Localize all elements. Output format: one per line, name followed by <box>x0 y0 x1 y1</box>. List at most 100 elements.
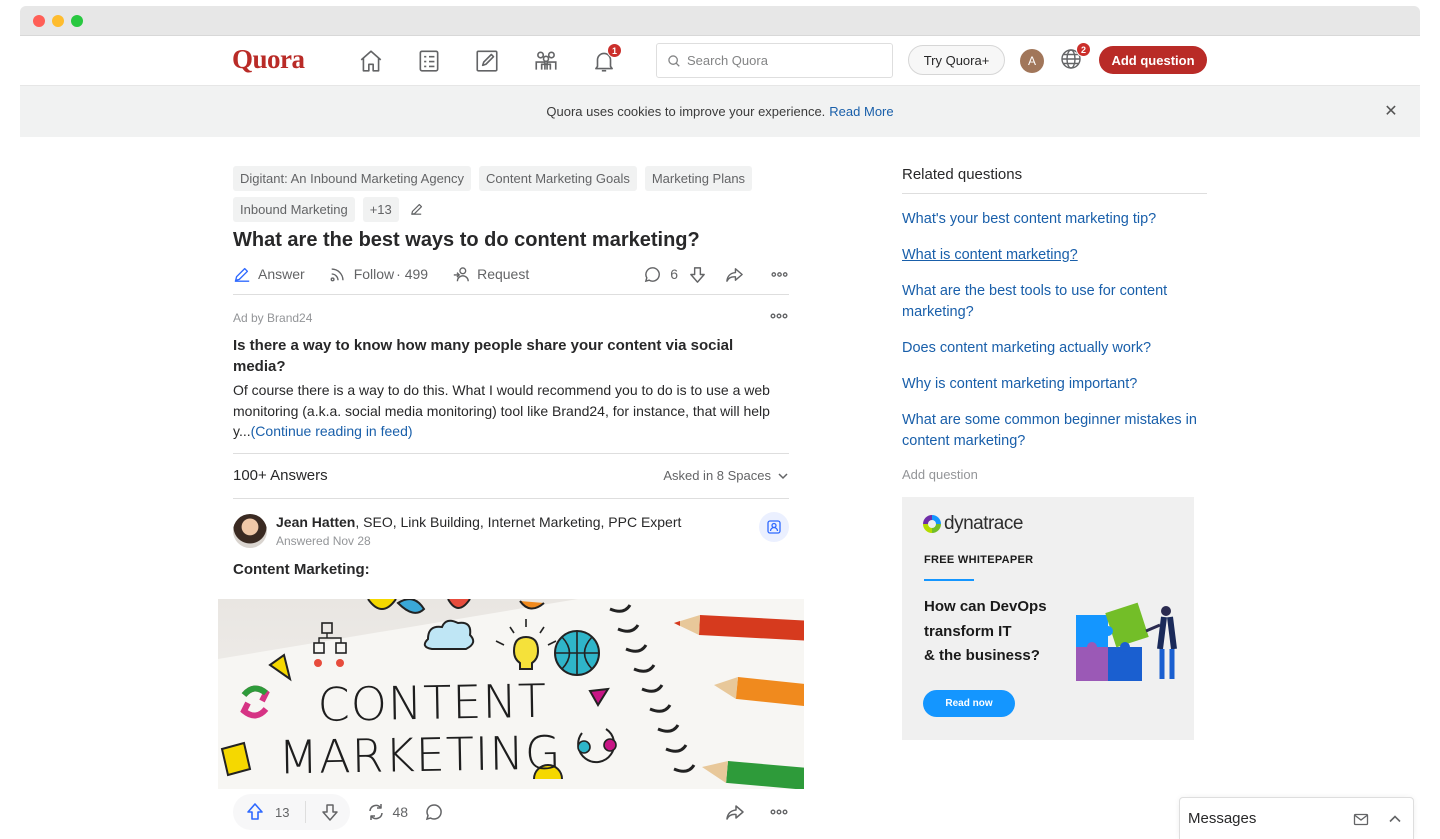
topic-tag[interactable]: Digitant: An Inbound Marketing Agency <box>233 166 472 191</box>
question-title: What are the best ways to do content mar… <box>233 229 700 251</box>
related-questions-panel: Related questions What's your best conte… <box>902 166 1207 482</box>
follow-count: · 499 <box>396 265 429 282</box>
cookie-read-more-link[interactable]: Read More <box>829 104 893 119</box>
read-now-button[interactable]: Read now <box>923 690 1015 717</box>
edit-topics-pencil-icon[interactable] <box>407 197 427 222</box>
answer-comment-button[interactable] <box>424 802 450 822</box>
following-feed-icon[interactable] <box>414 46 444 76</box>
ad-headline-line: & the business? <box>924 647 1040 664</box>
ad-headline-line: How can DevOps <box>924 598 1047 615</box>
related-question-link[interactable]: What's your best content marketing tip? <box>902 209 1207 230</box>
reshare-count: 48 <box>392 804 409 820</box>
share-question-button[interactable] <box>725 265 744 284</box>
follow-author-button[interactable] <box>759 511 789 542</box>
compose-message-icon[interactable] <box>1353 811 1369 827</box>
sponsored-ad: Ad by Brand24 Is there a way to know how… <box>233 311 789 442</box>
downvote-button[interactable] <box>306 802 340 822</box>
reshare-button[interactable]: 48 <box>366 802 408 822</box>
add-question-link[interactable]: Add question <box>902 467 1207 482</box>
ad-title[interactable]: Is there a way to know how many people s… <box>233 335 789 377</box>
sidebar-ad-card[interactable]: dynatrace FREE WHITEPAPER How can DevOps… <box>902 497 1194 740</box>
answer-pencil-icon[interactable] <box>472 46 502 76</box>
image-caption: CONTENT MARKETING <box>277 673 562 785</box>
image-text-content: CONTENT <box>317 673 548 732</box>
upvote-button[interactable]: 13 <box>245 801 307 823</box>
topic-tag[interactable]: Marketing Plans <box>644 166 753 191</box>
author-avatar[interactable] <box>233 513 267 548</box>
close-icon[interactable]: ✕ <box>1382 102 1400 120</box>
notifications-bell-icon[interactable]: 1 <box>589 43 622 76</box>
close-window-button[interactable] <box>33 15 45 27</box>
more-topics-tag[interactable]: +13 <box>362 197 399 222</box>
spaces-icon[interactable] <box>531 46 561 76</box>
more-dots-icon <box>770 809 788 815</box>
answer-card: Jean Hatten, SEO, Link Building, Interne… <box>233 511 789 578</box>
asked-in-spaces-dropdown[interactable]: Asked in 8 Spaces <box>663 468 789 483</box>
question-secondary-actions: 6 <box>629 261 789 287</box>
related-question-link[interactable]: Does content marketing actually work? <box>902 338 1207 359</box>
window-titlebar <box>20 6 1420 36</box>
related-question-link[interactable]: What are the best tools to use for conte… <box>902 281 1207 323</box>
minimize-window-button[interactable] <box>52 15 64 27</box>
request-label: Request <box>477 265 530 282</box>
chevron-up-icon[interactable] <box>1387 811 1403 827</box>
search-icon <box>668 54 680 67</box>
search-input[interactable] <box>687 53 877 68</box>
upvote-arrow-icon <box>247 803 263 820</box>
share-answer-button[interactable] <box>725 802 745 822</box>
accent-divider <box>924 579 974 581</box>
more-dots-icon <box>770 313 788 319</box>
quora-logo[interactable]: Quora <box>232 44 305 75</box>
dynatrace-logo: dynatrace <box>923 513 1023 535</box>
continue-reading-link[interactable]: (Continue reading in feed) <box>251 423 413 439</box>
answer-button[interactable]: Answer <box>233 265 305 283</box>
question-action-bar: Answer Follow · 499 Request 6 <box>233 261 789 295</box>
share-arrow-icon <box>726 267 743 282</box>
cookie-text: Quora uses cookies to improve your exper… <box>546 104 826 119</box>
messages-dock[interactable]: Messages <box>1179 797 1414 839</box>
language-globe-icon[interactable]: 2 <box>1059 42 1091 73</box>
answer-secondary-actions <box>701 802 789 822</box>
upvote-count: 13 <box>275 804 290 820</box>
comment-bubble-icon <box>425 804 442 821</box>
search-box[interactable] <box>656 43 893 78</box>
notifications-badge: 1 <box>607 43 622 58</box>
answers-header: 100+ Answers Asked in 8 Spaces <box>233 452 789 499</box>
follow-button[interactable]: Follow · 499 <box>329 265 428 283</box>
messages-controls <box>1353 811 1403 827</box>
add-question-button[interactable]: Add question <box>1099 46 1207 74</box>
whitepaper-label: FREE WHITEPAPER <box>924 554 1034 566</box>
try-quora-plus-button[interactable]: Try Quora+ <box>908 45 1005 75</box>
author-name[interactable]: Jean Hatten <box>276 514 355 530</box>
follow-label: Follow <box>353 265 395 282</box>
ad-headline-line: transform IT <box>924 622 1012 640</box>
share-arrow-icon <box>726 805 744 820</box>
messages-label: Messages <box>1188 810 1257 827</box>
answer-date[interactable]: Answered Nov 28 <box>276 534 681 548</box>
home-icon[interactable] <box>356 46 386 76</box>
request-button[interactable]: Request <box>452 265 529 283</box>
related-questions-title: Related questions <box>902 166 1207 194</box>
related-question-link[interactable]: What is content marketing? <box>902 245 1207 266</box>
comments-button[interactable]: 6 <box>643 265 678 284</box>
related-question-link[interactable]: Why is content marketing important? <box>902 374 1207 395</box>
ad-more-button[interactable] <box>769 309 789 326</box>
topic-tag[interactable]: Content Marketing Goals <box>479 166 637 191</box>
asked-in-label: Asked in 8 Spaces <box>663 468 771 483</box>
follow-person-icon <box>767 519 781 534</box>
puzzle-illustration <box>1076 602 1177 681</box>
answer-more-button[interactable] <box>769 802 789 822</box>
topic-list: Digitant: An Inbound Marketing Agency Co… <box>233 166 793 222</box>
answer-author-row: Jean Hatten, SEO, Link Building, Interne… <box>233 513 789 548</box>
question-more-button[interactable] <box>770 265 789 284</box>
image-text-marketing: MARKETING <box>278 725 562 785</box>
downvote-question-button[interactable] <box>688 265 707 284</box>
maximize-window-button[interactable] <box>71 15 83 27</box>
user-avatar[interactable]: A <box>1020 49 1044 73</box>
answer-heading: Content Marketing: <box>233 560 370 578</box>
cookie-banner: Quora uses cookies to improve your exper… <box>20 86 1420 137</box>
topic-tag[interactable]: Inbound Marketing <box>233 197 355 222</box>
reshare-cycle-icon <box>369 804 384 820</box>
top-navigation: Quora 1 Try Quora+ A 2 Add question <box>20 36 1420 86</box>
related-question-link[interactable]: What are some common beginner mistakes i… <box>902 410 1207 452</box>
